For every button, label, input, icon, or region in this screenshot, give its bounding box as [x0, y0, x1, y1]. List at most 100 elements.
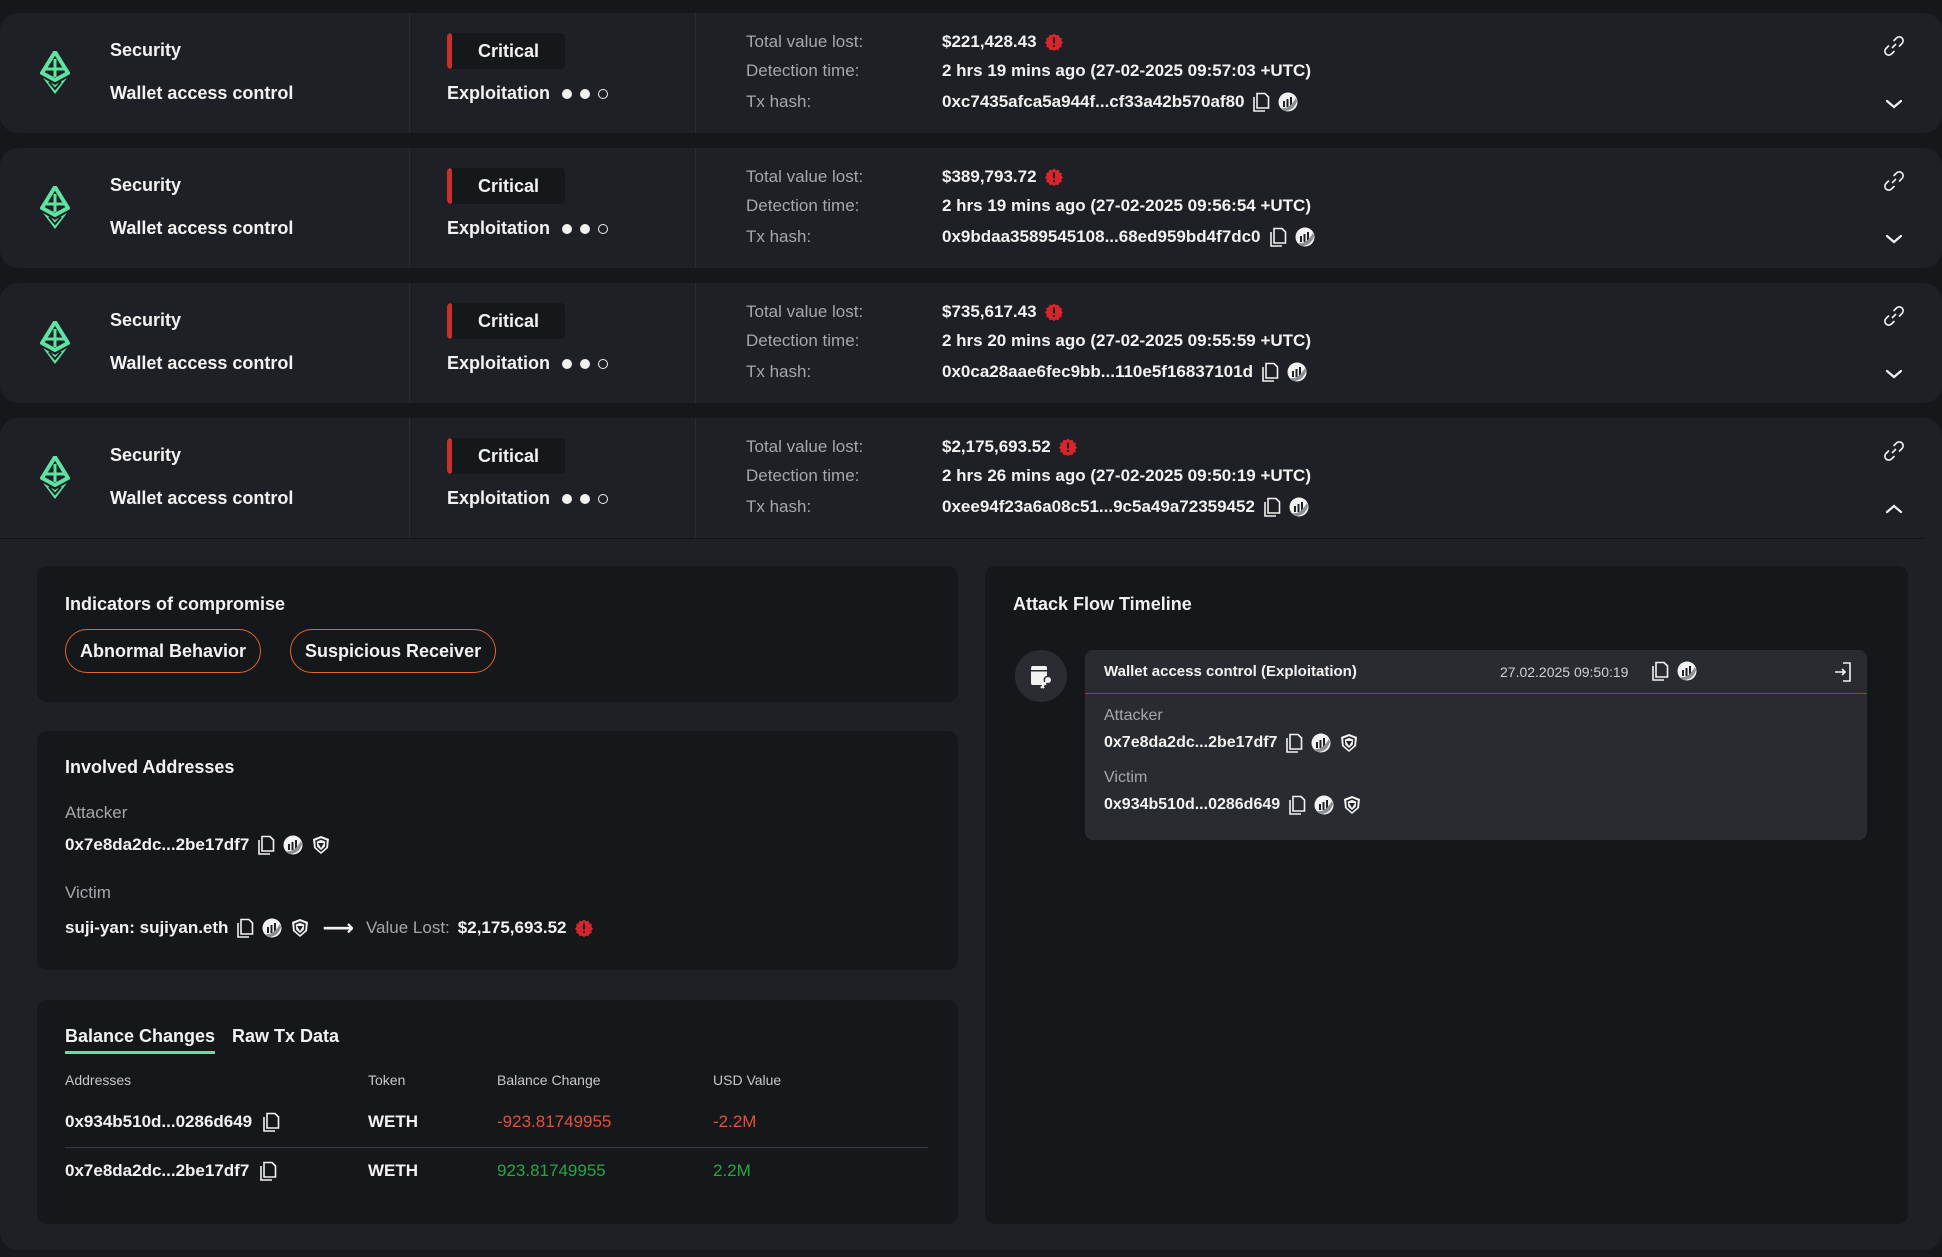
balance-row-usd: 2.2M: [713, 1161, 751, 1180]
incident-subcategory: Wallet access control: [110, 83, 294, 103]
attack-stage: Exploitation: [447, 353, 608, 374]
incident-severity-cell: Critical Exploitation: [410, 283, 696, 403]
severity-label: Critical: [477, 176, 540, 196]
row-divider: [0, 538, 1924, 539]
timeline-victim-line: 0x934b510d...0286d649: [1104, 795, 1362, 815]
incident-row[interactable]: Security Wallet access control Critical …: [0, 418, 1942, 1250]
tx-hash: 0x9bdaa3589545108...68ed959bd4f7dc0: [942, 227, 1315, 247]
tx-hash-value[interactable]: 0x0ca28aae6fec9bb...110e5f16837101d: [942, 362, 1253, 382]
copy-icon[interactable]: [1261, 362, 1279, 382]
chevron-icon[interactable]: [1884, 232, 1904, 246]
timeline-title: Attack Flow Timeline: [1013, 594, 1192, 614]
detection-time: 2 hrs 20 mins ago (27-02-2025 09:55:59 +…: [942, 331, 1311, 350]
chevron-icon[interactable]: [1884, 97, 1904, 111]
tx-hash-label: Tx hash:: [746, 227, 812, 246]
attacker-label: Attacker: [65, 803, 128, 822]
address-value[interactable]: 0x7e8da2dc...2be17df7: [65, 1161, 249, 1181]
alert-badge-icon: [1045, 168, 1063, 186]
incident-meta-cell: Total value lost: $389,793.72 Detection …: [696, 148, 1942, 268]
stage-dot-filled: [562, 358, 572, 369]
severity-label: Critical: [477, 41, 540, 61]
security-scanner-icon[interactable]: [290, 918, 310, 938]
stage-progress-dots: [562, 88, 608, 99]
copy-icon[interactable]: [1651, 661, 1669, 681]
column-header-balance-change: Balance Change: [497, 1072, 601, 1088]
stage-dot-empty: [598, 358, 608, 369]
incident-row[interactable]: Security Wallet access control Critical …: [0, 13, 1942, 133]
link-icon[interactable]: [1883, 305, 1905, 327]
stage-progress-dots: [562, 223, 608, 234]
incident-row[interactable]: Security Wallet access control Critical …: [0, 148, 1942, 268]
stage-dot-filled: [562, 88, 572, 99]
tx-hash-label: Tx hash:: [746, 362, 812, 381]
copy-icon[interactable]: [259, 1161, 277, 1181]
copy-icon[interactable]: [257, 835, 275, 855]
incident-row[interactable]: Security Wallet access control Critical …: [0, 283, 1942, 403]
timeline-victim-label: Victim: [1104, 769, 1148, 786]
timeline-attacker-label: Attacker: [1104, 707, 1163, 724]
detection-time: 2 hrs 19 mins ago (27-02-2025 09:56:54 +…: [942, 196, 1311, 215]
link-icon[interactable]: [1883, 170, 1905, 192]
incident-category-cell: Security Wallet access control: [0, 148, 410, 268]
total-value-lost: $735,617.43: [942, 302, 1063, 322]
indicator-pill[interactable]: Suspicious Receiver: [290, 629, 497, 673]
incident-category: Security: [110, 310, 182, 330]
balance-row-address: 0x7e8da2dc...2be17df7: [65, 1161, 277, 1181]
balance-row-address: 0x934b510d...0286d649: [65, 1112, 280, 1132]
detection-time-label: Detection time:: [746, 61, 860, 80]
attack-stage-label: Exploitation: [447, 218, 550, 238]
attack-stage: Exploitation: [447, 218, 608, 239]
timeline-victim-address[interactable]: 0x934b510d...0286d649: [1104, 796, 1280, 814]
tab-balance-changes[interactable]: Balance Changes: [65, 1026, 216, 1054]
block-explorer-icon[interactable]: [283, 835, 303, 855]
table-row-divider: [65, 1147, 928, 1148]
wallet-key-icon: [1027, 662, 1055, 690]
copy-icon[interactable]: [262, 1112, 280, 1132]
severity-badge: Critical: [447, 168, 565, 204]
incident-category-cell: Security Wallet access control: [0, 283, 410, 403]
tx-hash-value[interactable]: 0x9bdaa3589545108...68ed959bd4f7dc0: [942, 227, 1261, 247]
attacker-address[interactable]: 0x7e8da2dc...2be17df7: [65, 835, 249, 855]
arrow-right-icon: ⟶: [322, 915, 354, 940]
indicators-panel: Indicators of compromise Abnormal Behavi…: [37, 566, 958, 702]
total-value-lost-label: Total value lost:: [746, 302, 864, 321]
timeline-event-actions: [1651, 661, 1697, 681]
security-scanner-icon[interactable]: [1339, 733, 1359, 753]
block-explorer-icon[interactable]: [1278, 92, 1298, 112]
copy-icon[interactable]: [236, 918, 254, 938]
security-scanner-icon[interactable]: [311, 835, 331, 855]
total-value-lost-value: $221,428.43: [942, 32, 1037, 51]
block-explorer-icon[interactable]: [1295, 227, 1315, 247]
involved-addresses-panel: Involved Addresses Attacker 0x7e8da2dc..…: [37, 731, 958, 970]
timeline-event-timestamp: 27.02.2025 09:50:19: [1500, 664, 1629, 680]
timeline-attacker-address[interactable]: 0x7e8da2dc...2be17df7: [1104, 734, 1277, 752]
block-explorer-icon[interactable]: [1311, 733, 1331, 753]
security-scanner-icon[interactable]: [1342, 795, 1362, 815]
detection-time: 2 hrs 19 mins ago (27-02-2025 09:57:03 +…: [942, 61, 1311, 80]
ethereum-icon: [40, 51, 70, 95]
copy-icon[interactable]: [1252, 92, 1270, 112]
tx-hash-value[interactable]: 0xc7435afca5a944f...cf33a42b570af80: [942, 92, 1244, 112]
open-external-icon[interactable]: [1833, 661, 1853, 683]
chevron-icon[interactable]: [1884, 367, 1904, 381]
victim-label: Victim: [65, 883, 111, 902]
timeline-event-card: Wallet access control (Exploitation) 27.…: [1085, 650, 1867, 840]
detection-time-label: Detection time:: [746, 196, 860, 215]
block-explorer-icon[interactable]: [1287, 362, 1307, 382]
indicator-pill[interactable]: Abnormal Behavior: [65, 629, 262, 673]
copy-icon[interactable]: [1288, 795, 1306, 815]
victim-address[interactable]: suji-yan: sujiyan.eth: [65, 918, 228, 938]
link-icon[interactable]: [1883, 35, 1905, 57]
block-explorer-icon[interactable]: [262, 918, 282, 938]
incident-category-cell: Security Wallet access control: [0, 13, 410, 133]
tab-raw-tx-data[interactable]: Raw Tx Data: [232, 1026, 339, 1051]
stage-dot-filled: [562, 223, 572, 234]
address-value[interactable]: 0x934b510d...0286d649: [65, 1112, 252, 1132]
incident-category: Security: [110, 175, 182, 195]
incident-category: Security: [110, 40, 182, 60]
block-explorer-icon[interactable]: [1314, 795, 1334, 815]
copy-icon[interactable]: [1269, 227, 1287, 247]
block-explorer-icon[interactable]: [1677, 661, 1697, 681]
attacker-address-line: 0x7e8da2dc...2be17df7: [65, 835, 331, 855]
copy-icon[interactable]: [1285, 733, 1303, 753]
